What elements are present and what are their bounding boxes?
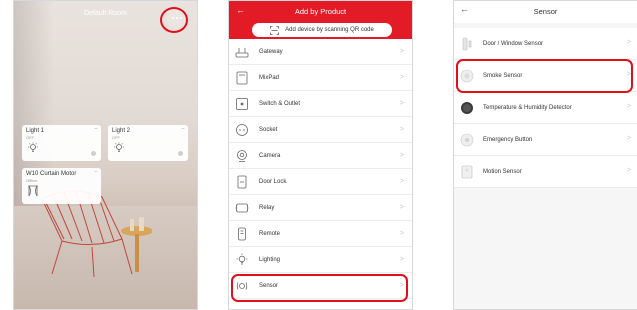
category-lighting[interactable]: Lighting > — [229, 247, 412, 273]
category-label: MixPad — [259, 74, 280, 81]
device-name: Light 2 — [112, 128, 131, 134]
door-lock-icon — [237, 175, 247, 189]
chevron-right-icon: > — [399, 230, 404, 237]
sensor-label: Emergency Button — [483, 137, 533, 143]
category-label: Switch & Outlet — [259, 100, 301, 107]
chevron-right-icon: > — [399, 48, 404, 55]
device-name: W10 Curtain Motor — [26, 171, 77, 177]
qr-scan-icon — [270, 25, 280, 35]
chevron-right-icon: > — [626, 39, 631, 46]
category-door-lock[interactable]: Door Lock > — [229, 169, 412, 195]
chevron-right-icon: > — [399, 204, 404, 211]
highlight-annotation — [160, 7, 188, 33]
category-gateway[interactable]: Gateway > — [229, 39, 412, 65]
chevron-right-icon: > — [626, 135, 631, 142]
highlight-annotation — [456, 59, 633, 93]
sensor-item-emergency-button[interactable]: Emergency Button > — [454, 124, 637, 156]
more-icon[interactable]: ··· — [94, 126, 98, 132]
category-label: Gateway — [259, 48, 283, 55]
product-category-list: Gateway > MixPad > Switch & Outlet > Soc… — [229, 39, 412, 299]
power-toggle[interactable] — [91, 151, 96, 156]
device-name: Light 1 — [26, 128, 45, 134]
bulb-icon — [114, 142, 124, 152]
mixpad-icon — [236, 71, 248, 85]
category-socket[interactable]: Socket > — [229, 117, 412, 143]
add-by-product-screen: ← Add by Product Add device by scanning … — [228, 0, 413, 310]
chevron-right-icon: > — [399, 152, 404, 159]
door-window-sensor-icon — [462, 37, 472, 51]
sensor-item-motion[interactable]: Motion Sensor > — [454, 156, 637, 188]
sensor-label: Door / Window Sensor — [483, 41, 544, 47]
lighting-icon — [236, 253, 248, 265]
remote-icon — [238, 227, 246, 241]
category-remote[interactable]: Remote > — [229, 221, 412, 247]
header: ← Sensor — [454, 1, 637, 23]
category-label: Remote — [259, 230, 281, 237]
category-label: Camera — [259, 152, 281, 159]
sensor-item-door-window[interactable]: Door / Window Sensor > — [454, 28, 637, 60]
sensor-item-temperature-humidity[interactable]: Temperature & Humidity Detector > — [454, 92, 637, 124]
bulb-icon — [28, 142, 38, 152]
chevron-right-icon: > — [399, 100, 404, 107]
curtain-icon — [28, 185, 38, 197]
category-label: Lighting — [259, 256, 281, 263]
header: ← Add by Product Add device by scanning … — [229, 1, 412, 43]
device-card-curtain-motor[interactable]: W10 Curtain Motor Offline ··· — [22, 168, 101, 204]
relay-icon — [235, 203, 249, 213]
category-relay[interactable]: Relay > — [229, 195, 412, 221]
device-card-light-1[interactable]: Light 1 OFF ··· — [22, 125, 101, 161]
more-icon[interactable]: ··· — [181, 126, 185, 132]
chevron-right-icon: > — [399, 126, 404, 133]
page-title: Sensor — [533, 7, 558, 16]
device-status: OFF — [26, 135, 34, 140]
device-card-light-2[interactable]: Light 2 OFF ··· — [108, 125, 188, 161]
device-status: Offline — [26, 178, 38, 183]
chevron-right-icon: > — [626, 103, 631, 110]
sensor-label: Motion Sensor — [483, 169, 522, 175]
chevron-right-icon: > — [399, 74, 404, 81]
category-camera[interactable]: Camera > — [229, 143, 412, 169]
scan-qr-button[interactable]: Add device by scanning QR code — [252, 23, 392, 37]
switch-icon — [236, 98, 248, 110]
chevron-right-icon: > — [399, 256, 404, 263]
device-status: OFF — [112, 135, 120, 140]
highlight-annotation — [231, 274, 408, 302]
chevron-right-icon: > — [626, 167, 631, 174]
category-mixpad[interactable]: MixPad > — [229, 65, 412, 91]
camera-icon — [237, 150, 247, 162]
more-icon[interactable]: ··· — [94, 169, 98, 175]
category-label: Socket — [259, 126, 278, 133]
chevron-right-icon: > — [399, 178, 404, 185]
page-title: Add by Product — [294, 7, 347, 16]
category-label: Door Lock — [259, 178, 287, 185]
scan-qr-label: Add device by scanning QR code — [285, 27, 374, 33]
power-toggle[interactable] — [178, 151, 183, 156]
sensor-label: Temperature & Humidity Detector — [483, 105, 572, 111]
category-switch-outlet[interactable]: Switch & Outlet > — [229, 91, 412, 117]
category-label: Relay — [259, 204, 275, 211]
sensor-screen: ← Sensor Door / Window Sensor > Smoke Se… — [453, 0, 637, 310]
sensor-list: Door / Window Sensor > Smoke Sensor > Te… — [454, 28, 637, 188]
home-screen: Default Room Light 1 OFF ··· Light 2 OFF… — [13, 0, 198, 310]
socket-icon — [236, 124, 248, 136]
motion-sensor-icon — [461, 165, 473, 179]
gateway-icon — [235, 48, 249, 58]
temperature-humidity-icon — [461, 102, 473, 114]
emergency-button-icon — [460, 133, 474, 147]
